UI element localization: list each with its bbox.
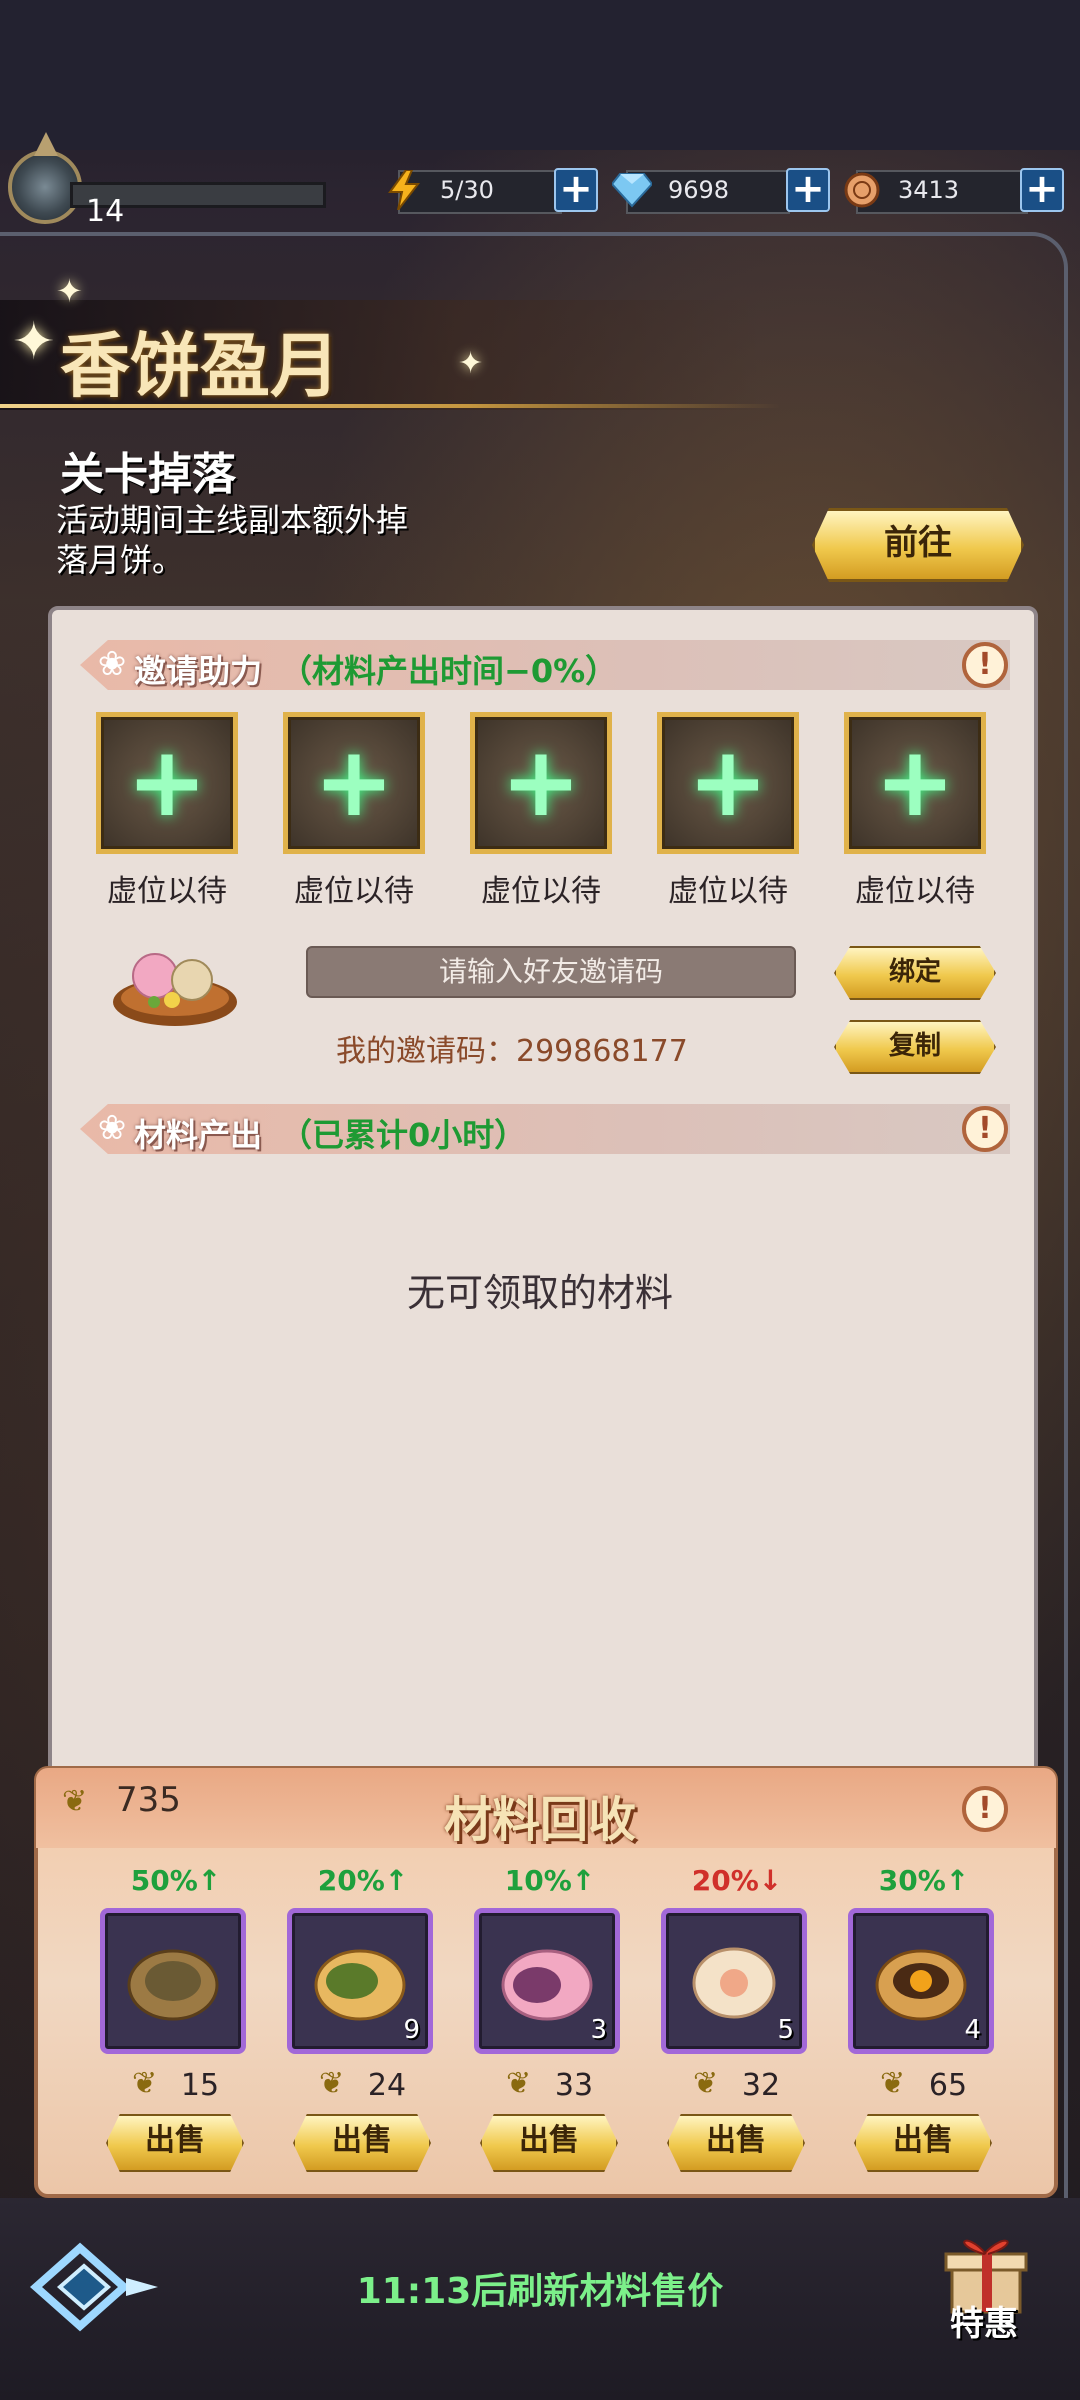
mooncake-item[interactable] bbox=[100, 1908, 246, 2054]
plus-icon: + bbox=[500, 726, 582, 838]
item-price: 15 bbox=[180, 2068, 220, 2103]
sell-button[interactable]: 出售 bbox=[293, 2114, 431, 2172]
sell-button[interactable]: 出售 bbox=[667, 2114, 805, 2172]
invite-slot[interactable]: + bbox=[96, 712, 238, 854]
invite-slot-label: 虚位以待 bbox=[481, 874, 601, 909]
stage-drop-description: 活动期间主线副本额外掉落月饼。 bbox=[56, 501, 409, 579]
sell-button[interactable]: 出售 bbox=[106, 2114, 244, 2172]
mooncake-icon bbox=[692, 1947, 776, 2019]
item-quantity: 5 bbox=[777, 2015, 794, 2045]
price-change: 10%↑ bbox=[504, 1864, 596, 1897]
bind-button[interactable]: 绑定 bbox=[834, 946, 996, 1000]
add-diamond-button[interactable]: + bbox=[786, 168, 830, 212]
mooncake-item[interactable]: 3 bbox=[474, 1908, 620, 2054]
mooncake-icon bbox=[314, 1949, 406, 2021]
invite-slot-label: 虚位以待 bbox=[107, 874, 227, 909]
mooncake-icon bbox=[127, 1949, 219, 2021]
sparkle-icon: ✦ bbox=[458, 346, 484, 381]
status-band bbox=[0, 0, 1080, 150]
invite-slot[interactable]: + bbox=[657, 712, 799, 854]
output-section-label: 材料产出 bbox=[134, 1116, 263, 1154]
sparkle-icon: ✦ bbox=[56, 272, 83, 310]
add-coin-button[interactable]: + bbox=[1020, 168, 1064, 212]
output-section-note: （已累计0小时） bbox=[280, 1116, 527, 1154]
goto-button[interactable]: 前往 bbox=[812, 508, 1024, 582]
event-screen: 14 5/30 + 9698 + 3413 + 香饼盈月 ✦ ✦ ✦ 关卡掉落 … bbox=[0, 0, 1080, 2400]
mooncake-icon bbox=[875, 1949, 967, 2021]
invite-slot[interactable]: + bbox=[844, 712, 986, 854]
my-invite-code: 我的邀请码：299868177 bbox=[336, 1034, 688, 1069]
invite-slot[interactable]: + bbox=[470, 712, 612, 854]
flower-icon: ❀ bbox=[97, 1108, 127, 1148]
item-price: 65 bbox=[928, 2068, 968, 2103]
lightning-icon bbox=[382, 168, 426, 212]
item-price: 32 bbox=[741, 2068, 781, 2103]
recycle-info-button[interactable]: ! bbox=[962, 1786, 1008, 1832]
price-change: 30%↑ bbox=[878, 1864, 970, 1897]
plus-icon: + bbox=[874, 726, 956, 838]
stage-drop-title: 关卡掉落 bbox=[60, 449, 236, 500]
add-energy-button[interactable]: + bbox=[554, 168, 598, 212]
sell-button[interactable]: 出售 bbox=[854, 2114, 992, 2172]
mooncake-icon bbox=[501, 1949, 593, 2021]
mooncake-item[interactable]: 9 bbox=[287, 1908, 433, 2054]
invite-info-button[interactable]: ! bbox=[962, 642, 1008, 688]
diamond-value: 9698 bbox=[668, 176, 730, 204]
copy-button[interactable]: 复制 bbox=[834, 1020, 996, 1074]
player-level: 14 bbox=[86, 194, 125, 229]
plus-icon: + bbox=[313, 726, 395, 838]
sell-button[interactable]: 出售 bbox=[480, 2114, 618, 2172]
price-change: 50%↑ bbox=[130, 1864, 222, 1897]
flower-icon: ❀ bbox=[97, 644, 127, 684]
item-quantity: 9 bbox=[403, 2015, 420, 2045]
recycle-title: 材料回收 bbox=[443, 1792, 636, 1848]
empty-materials-text: 无可领取的材料 bbox=[406, 1271, 673, 1315]
energy-display: 5/30 bbox=[388, 170, 562, 214]
invite-code-input[interactable]: 请输入好友邀请码 bbox=[306, 946, 796, 998]
mooncake-item[interactable]: 5 bbox=[661, 1908, 807, 2054]
diamond-display: 9698 bbox=[612, 170, 790, 214]
item-quantity: 3 bbox=[590, 2015, 607, 2045]
mooncake-item[interactable]: 4 bbox=[848, 1908, 994, 2054]
plus-icon: + bbox=[126, 726, 208, 838]
mooncake-plate-icon bbox=[110, 940, 240, 1030]
item-price: 33 bbox=[554, 2068, 594, 2103]
price-change: 20%↑ bbox=[317, 1864, 409, 1897]
invite-slot-label: 虚位以待 bbox=[668, 874, 788, 909]
refresh-price-timer: 11:13后刷新材料售价 bbox=[356, 2271, 724, 2312]
invite-section-note: （材料产出时间−0%） bbox=[280, 652, 618, 690]
event-title: 香饼盈月 bbox=[60, 324, 340, 407]
special-offer-label[interactable]: 特惠 bbox=[950, 2296, 1018, 2345]
invite-section-label: 邀请助力 bbox=[134, 652, 263, 690]
coin-icon bbox=[840, 168, 884, 212]
energy-value: 5/30 bbox=[440, 176, 494, 204]
invite-slot[interactable]: + bbox=[283, 712, 425, 854]
price-change: 20%↓ bbox=[691, 1864, 783, 1897]
invite-slot-label: 虚位以待 bbox=[294, 874, 414, 909]
output-info-button[interactable]: ! bbox=[962, 1106, 1008, 1152]
diamond-icon bbox=[610, 168, 654, 212]
item-quantity: 4 bbox=[964, 2015, 981, 2045]
sparkle-icon: ✦ bbox=[12, 312, 56, 372]
plus-icon: + bbox=[687, 726, 769, 838]
invite-slot-label: 虚位以待 bbox=[855, 874, 975, 909]
coin-value: 3413 bbox=[898, 176, 960, 204]
item-price: 24 bbox=[367, 2068, 407, 2103]
coin-display: 3413 bbox=[844, 170, 1028, 214]
